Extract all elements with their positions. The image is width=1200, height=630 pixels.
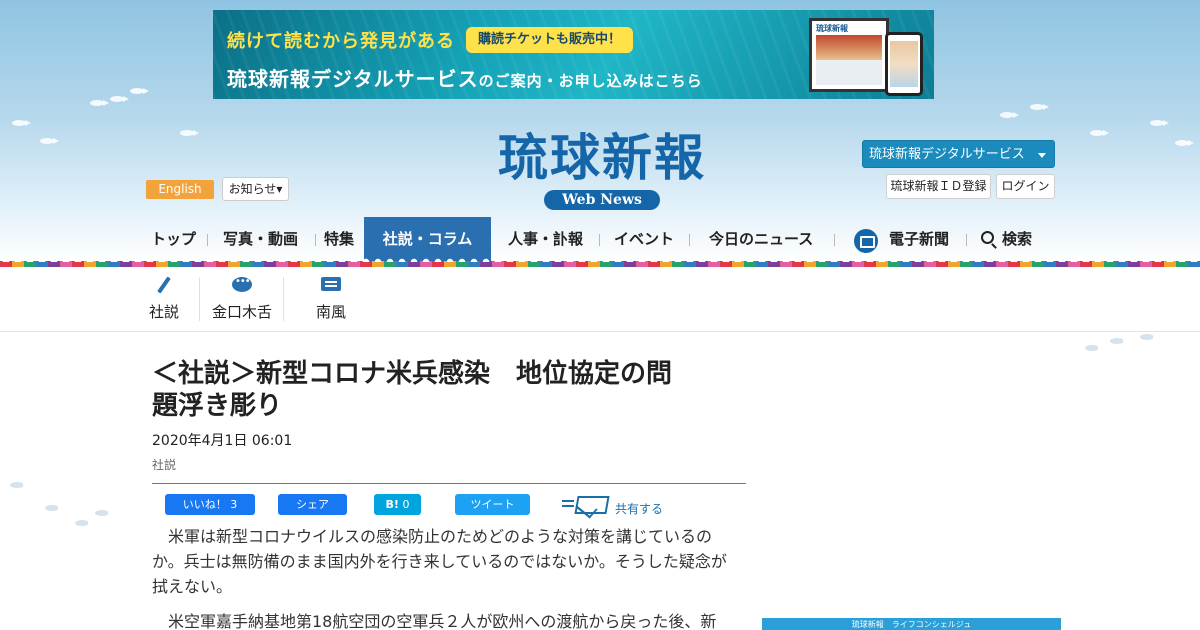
nav-separator: [834, 234, 835, 246]
subnav-separator: [199, 277, 200, 321]
article-title: ＜社説＞新型コロナ米兵感染 地位協定の問 題浮き彫り: [152, 358, 742, 422]
sidebar-ad[interactable]: 琉球新報 ライフコンシェルジュ: [762, 618, 1061, 630]
article-title-line2: 題浮き彫り: [152, 391, 283, 421]
fish-decoration: [10, 482, 29, 488]
banner-subline-b: のご案内・お申し込み: [478, 72, 639, 90]
nav-item-e-newspaper[interactable]: 電子新聞: [889, 217, 949, 261]
subnav-item-kinkuchi-bokuzetsu[interactable]: 金口木舌: [210, 275, 274, 322]
banner-subline: 琉球新報デジタルサービスのご案内・お申し込みはこちら: [227, 63, 703, 92]
sub-nav: 社説 金口木舌 南風: [0, 267, 1200, 332]
nav-item-personnel-obituaries[interactable]: 人事・訃報: [508, 217, 583, 261]
nav-item-search[interactable]: 検索: [1002, 217, 1032, 261]
banner-headline: 続けて読むから発見がある: [227, 31, 455, 52]
english-button[interactable]: English: [146, 180, 214, 199]
like-label: いいね！: [182, 498, 227, 511]
nav-item-top[interactable]: トップ: [151, 217, 196, 261]
banner-subline-c: はこちら: [638, 72, 703, 90]
speech-bubble-icon: [231, 275, 253, 297]
logo-subtitle: Web News: [544, 190, 660, 210]
mail-speed-lines: [562, 500, 574, 502]
nav-item-photo-video[interactable]: 写真・動画: [223, 217, 298, 261]
id-register-button[interactable]: 琉球新報ＩＤ登録: [886, 174, 991, 199]
article-paragraph: 米空軍嘉手納基地第18航空団の空軍兵２人が欧州への渡航から戻った後、新型: [168, 612, 717, 630]
like-count: 3: [230, 498, 238, 511]
article-paragraph: 米軍は新型コロナウイルスの感染防止のためどのような対策を講じているのか。兵士は無…: [152, 527, 727, 596]
fish-decoration: [1140, 334, 1159, 340]
fish-decoration: [1030, 104, 1049, 110]
subnav-label: 南風: [315, 303, 346, 321]
article-title-line1: ＜社説＞新型コロナ米兵感染 地位協定の問: [152, 359, 673, 389]
fish-decoration: [1085, 345, 1104, 351]
share-text-link[interactable]: 共有する: [615, 500, 663, 517]
login-button[interactable]: ログイン: [996, 174, 1055, 199]
tweet-label: ツイート: [470, 498, 515, 511]
main-nav: トップ 写真・動画 特集 社説・コラム 人事・訃報 イベント 今日のニュース 電…: [0, 217, 1200, 261]
digital-service-banner[interactable]: 続けて読むから発見がある 購読チケットも販売中！ 琉球新報デジタルサービスのご案…: [213, 10, 934, 99]
news-dropdown[interactable]: お知らせ▾: [222, 177, 289, 201]
banner-monitor-image: 琉球新報: [809, 18, 889, 92]
banner-subline-a: 琉球新報デジタルサービス: [227, 67, 479, 91]
nav-separator: [689, 234, 690, 246]
hatena-icon: B!: [385, 498, 399, 511]
digital-service-label: 琉球新報デジタルサービス: [869, 147, 1025, 162]
fish-decoration: [45, 505, 64, 511]
article-date: 2020年4月1日 06:01: [152, 433, 293, 449]
nav-separator: [315, 234, 316, 246]
fish-decoration: [1000, 112, 1019, 118]
fish-decoration: [95, 510, 114, 516]
search-icon: [981, 231, 994, 244]
fish-decoration: [12, 120, 31, 126]
banner-ticket-badge: 購読チケットも販売中！: [466, 27, 634, 53]
fish-decoration: [1150, 120, 1169, 126]
fish-decoration: [1175, 140, 1194, 146]
facebook-share-button[interactable]: シェア: [278, 494, 347, 515]
fish-decoration: [130, 88, 149, 94]
hatena-count: 0: [402, 498, 410, 511]
subnav-separator: [283, 277, 284, 321]
tweet-button[interactable]: ツイート: [455, 494, 530, 515]
fish-decoration: [110, 96, 129, 102]
mail-share-icon[interactable]: [562, 494, 612, 516]
nav-item-todays-news[interactable]: 今日のニュース: [709, 217, 813, 261]
caret-down-icon: [1038, 153, 1046, 158]
facebook-share-label: シェア: [296, 498, 329, 511]
article-divider: [152, 483, 746, 484]
fish-decoration: [40, 138, 59, 144]
fish-decoration: [90, 100, 109, 106]
banner-monitor-screen: [816, 35, 882, 85]
nav-item-events[interactable]: イベント: [614, 217, 674, 261]
fish-decoration: [1110, 338, 1129, 344]
subnav-item-editorial[interactable]: 社説: [148, 275, 180, 322]
message-icon: [320, 275, 342, 297]
e-newspaper-icon: [854, 229, 878, 253]
nav-item-editorials-columns[interactable]: 社説・コラム: [364, 217, 491, 261]
subnav-label: 社説: [148, 303, 179, 321]
pen-icon: [153, 275, 175, 297]
subnav-item-haebaru[interactable]: 南風: [315, 275, 347, 322]
fish-decoration: [1090, 130, 1109, 136]
facebook-like-button[interactable]: いいね！ 3: [165, 494, 255, 515]
hatena-bookmark-button[interactable]: B! 0: [374, 494, 421, 515]
banner-monitor-header: 琉球新報: [816, 24, 848, 33]
nav-separator: [207, 234, 208, 246]
logo-text: 琉球新報: [498, 128, 706, 187]
article-category[interactable]: 社説: [152, 456, 176, 473]
banner-phone-image: [885, 32, 923, 96]
subnav-label: 金口木舌: [211, 303, 272, 321]
fish-decoration: [75, 520, 94, 526]
fish-decoration: [180, 130, 199, 136]
site-logo[interactable]: 琉球新報 Web News: [452, 128, 752, 210]
envelope-icon: [574, 496, 610, 514]
nav-item-features[interactable]: 特集: [324, 217, 354, 261]
nav-separator: [966, 234, 967, 246]
banner-phone-screen: [890, 41, 918, 87]
nav-separator: [599, 234, 600, 246]
digital-service-dropdown[interactable]: 琉球新報デジタルサービス: [862, 140, 1055, 168]
